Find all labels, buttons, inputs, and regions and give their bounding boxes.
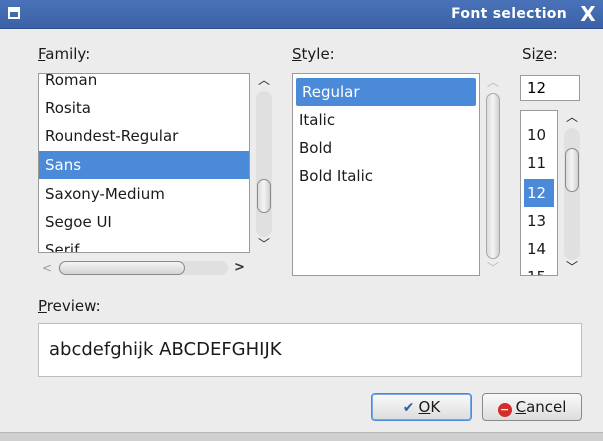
family-vscrollbar[interactable]: ︿ ﹀ xyxy=(256,73,272,253)
family-hscrollbar[interactable]: < > xyxy=(38,260,250,276)
no-entry-icon: − xyxy=(497,403,512,417)
scroll-thumb[interactable] xyxy=(565,148,579,192)
family-item[interactable]: Roman xyxy=(39,74,249,94)
scroll-left-icon[interactable]: < xyxy=(42,260,52,276)
size-item[interactable]: 10 xyxy=(521,121,557,149)
window-title: Font selection xyxy=(451,6,567,22)
style-label: Style: xyxy=(292,45,335,63)
size-item[interactable]: 14 xyxy=(521,235,557,263)
close-icon[interactable]: X xyxy=(578,4,598,24)
size-item[interactable]: 13 xyxy=(521,207,557,235)
style-item[interactable]: Bold xyxy=(293,134,479,162)
scroll-trough[interactable] xyxy=(256,91,272,237)
size-item[interactable]: 11 xyxy=(521,149,557,177)
window-icon[interactable] xyxy=(8,7,20,19)
size-input[interactable] xyxy=(520,75,580,101)
cancel-button[interactable]: − Cancel xyxy=(482,393,582,421)
ok-button[interactable]: ✔ OK xyxy=(371,393,472,421)
scroll-thumb[interactable] xyxy=(486,93,500,259)
preview-text[interactable]: abcdefghijk ABCDEFGHIJK xyxy=(38,323,582,377)
family-item[interactable]: Roundest-Regular xyxy=(39,122,249,150)
scroll-up-icon[interactable]: ︿ xyxy=(485,75,501,89)
scroll-up-icon[interactable]: ︿ xyxy=(564,110,580,124)
size-label: Size: xyxy=(522,45,558,63)
style-vscrollbar[interactable]: ︿ ﹀ xyxy=(485,73,501,276)
scroll-up-icon[interactable]: ︿ xyxy=(256,73,272,87)
scroll-down-icon[interactable]: ﹀ xyxy=(564,260,580,274)
scroll-right-icon[interactable]: > xyxy=(234,260,245,276)
scroll-thumb[interactable] xyxy=(257,179,271,213)
family-list[interactable]: Roman Rosita Roundest-Regular Sans Saxon… xyxy=(38,73,250,253)
family-item[interactable]: Serif xyxy=(39,236,249,252)
style-item-selected[interactable]: Regular xyxy=(296,78,476,106)
style-list[interactable]: Regular Italic Bold Bold Italic xyxy=(292,73,480,276)
scroll-thumb[interactable] xyxy=(59,261,185,275)
family-label: Family: xyxy=(38,45,91,63)
family-item[interactable]: Rosita xyxy=(39,94,249,122)
size-list[interactable]: 10 11 12 13 14 15 xyxy=(520,110,558,276)
scroll-down-icon[interactable]: ﹀ xyxy=(256,237,272,251)
title-bar[interactable]: Font selection X xyxy=(0,0,603,29)
size-item[interactable]: 15 xyxy=(521,263,557,275)
size-vscrollbar[interactable]: ︿ ﹀ xyxy=(564,110,580,276)
style-item[interactable]: Bold Italic xyxy=(293,162,479,190)
style-item[interactable]: Italic xyxy=(293,106,479,134)
size-item-selected[interactable]: 12 xyxy=(524,179,554,207)
family-item[interactable]: Segoe UI xyxy=(39,208,249,236)
family-item-selected[interactable]: Sans xyxy=(39,151,249,179)
family-item[interactable]: Saxony-Medium xyxy=(39,180,249,208)
checkmark-icon: ✔ xyxy=(402,400,415,416)
preview-label: Preview: xyxy=(38,297,101,315)
scroll-down-icon[interactable]: ﹀ xyxy=(485,261,501,275)
